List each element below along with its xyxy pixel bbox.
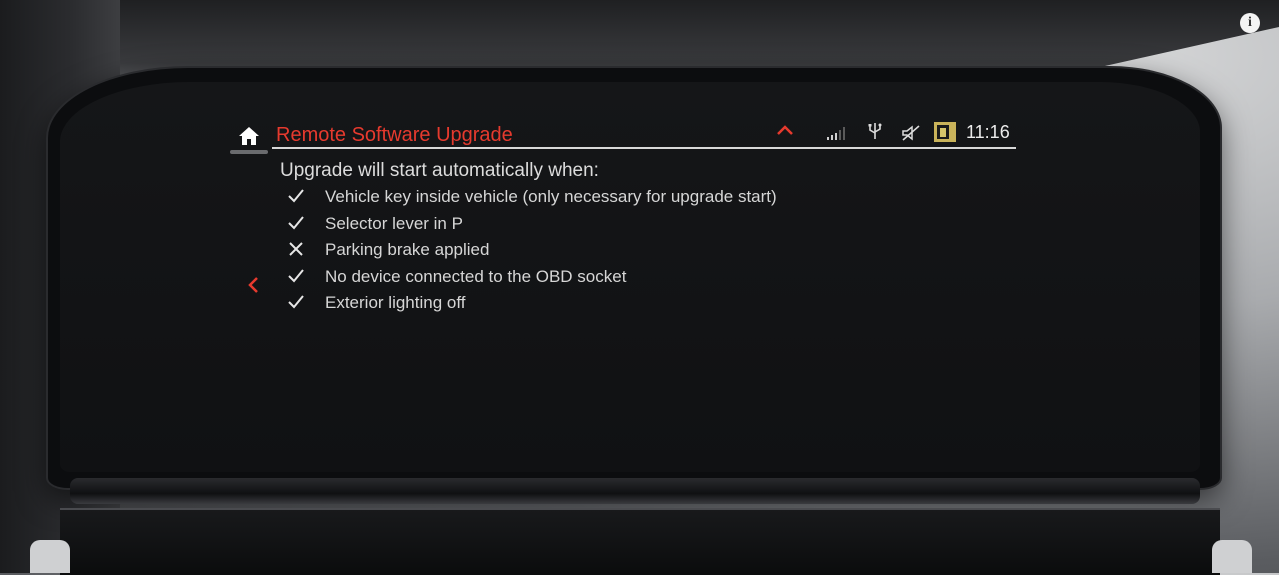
conditions-intro: Upgrade will start automatically when: <box>280 160 599 181</box>
condition-label: No device connected to the OBD socket <box>325 266 627 286</box>
driver-profile-icon[interactable] <box>934 122 956 142</box>
condition-label: Selector lever in P <box>325 213 463 233</box>
signal-icon <box>827 127 845 140</box>
right-vent <box>1212 540 1252 573</box>
check-icon <box>288 268 304 282</box>
list-item: Parking brake applied <box>286 239 906 266</box>
home-tab-indicator <box>230 150 268 154</box>
check-icon <box>288 189 304 203</box>
condition-label: Exterior lighting off <box>325 293 466 312</box>
clock: 11:16 <box>966 122 1010 142</box>
console-panel <box>60 508 1220 575</box>
page-title: Remote Software Upgrade <box>276 124 513 146</box>
usb-icon <box>868 123 882 139</box>
conditions-list: Vehicle key inside vehicle (only necessa… <box>286 186 906 319</box>
list-item: Vehicle key inside vehicle (only necessa… <box>286 186 906 213</box>
check-icon <box>288 215 304 229</box>
check-icon <box>288 295 304 309</box>
condition-label: Parking brake applied <box>325 240 490 259</box>
header-divider <box>272 147 1016 149</box>
speaker-mute-icon <box>902 125 920 141</box>
chevron-up-icon[interactable] <box>776 124 794 136</box>
list-item: No device connected to the OBD socket <box>286 266 906 293</box>
list-item: Exterior lighting off <box>286 292 906 319</box>
display-lower-trim <box>70 478 1200 504</box>
home-icon[interactable] <box>238 126 260 146</box>
condition-label: Vehicle key inside vehicle (only necessa… <box>325 187 777 206</box>
cross-icon <box>289 242 303 256</box>
left-vent <box>30 540 70 573</box>
info-icon[interactable]: i <box>1240 13 1260 33</box>
list-item: Selector lever in P <box>286 213 906 240</box>
chevron-left-icon[interactable] <box>246 276 260 294</box>
